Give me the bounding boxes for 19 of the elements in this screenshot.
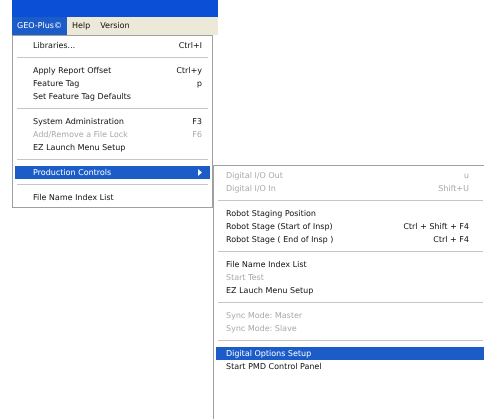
menu-item[interactable]: Robot Staging Position (216, 207, 484, 220)
menu-item[interactable]: File Name Index List (15, 191, 210, 204)
menu-item[interactable]: EZ Launch Menu Setup (15, 141, 210, 154)
menu-bar-item[interactable]: GEO-Plus© (12, 17, 67, 35)
menu-item[interactable]: File Name Index List (216, 258, 484, 271)
menu-item[interactable]: EZ Lauch Menu Setup (216, 284, 484, 297)
menu-item[interactable]: Apply Report Offset Ctrl+y (15, 64, 210, 77)
menu-item[interactable]: Libraries... Ctrl+I (15, 39, 210, 52)
menu-item[interactable]: Production Controls (15, 166, 210, 179)
menu-item[interactable]: System Administration F3 (15, 115, 210, 128)
menu-bar-item[interactable]: Help (66, 17, 96, 35)
menu-item[interactable]: Set Feature Tag Defaults (15, 90, 210, 103)
submenu-arrow-icon (198, 169, 202, 176)
menu-item[interactable]: Digital Options Setup (216, 347, 484, 360)
menu-item[interactable]: Start PMD Control Panel (216, 360, 484, 373)
menu-item[interactable]: Feature Tag p (15, 77, 210, 90)
menu-bar-item[interactable]: Version (95, 17, 135, 35)
menu-item[interactable]: Robot Stage (Start of Insp) Ctrl + Shift + F4 (216, 220, 484, 233)
menu-item[interactable]: Robot Stage ( End of Insp ) Ctrl + F4 (216, 233, 484, 246)
